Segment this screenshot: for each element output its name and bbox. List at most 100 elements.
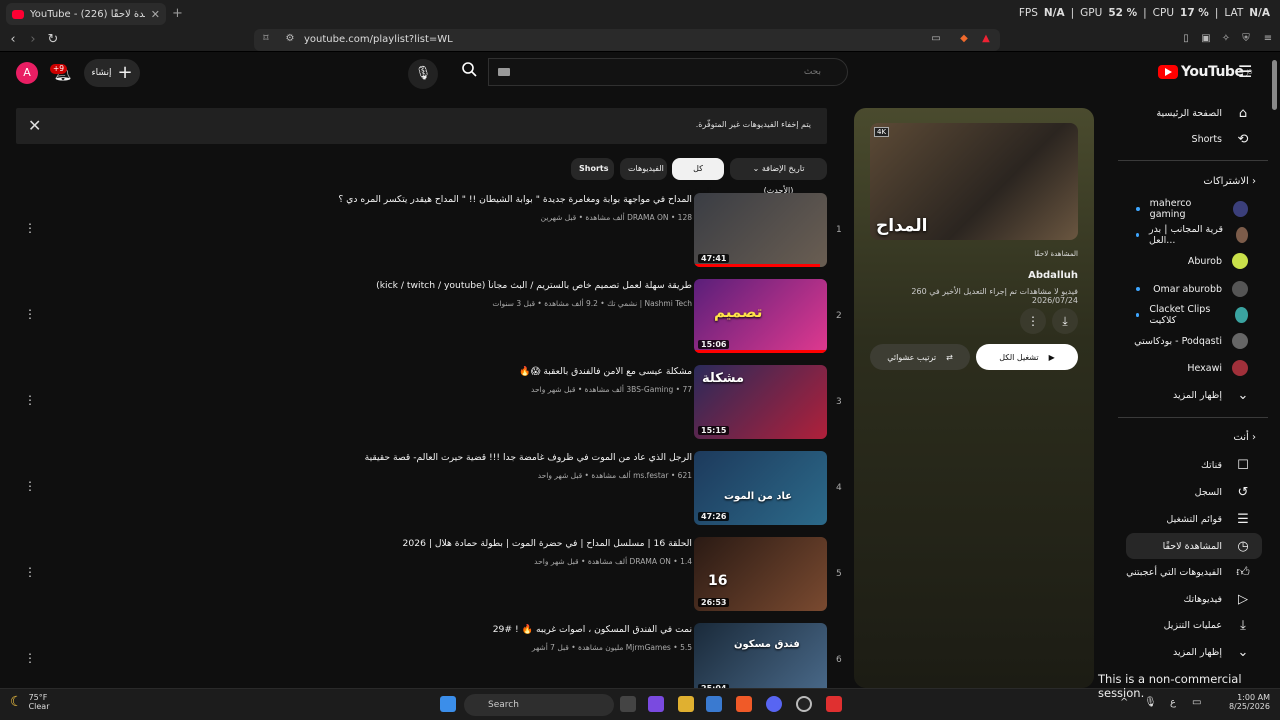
weather-widget[interactable]: ☾ 75°F Clear (10, 693, 49, 711)
close-tab-icon[interactable]: ✕ (151, 8, 160, 21)
new-tab-icon[interactable]: + (172, 6, 183, 21)
playlist-video-row[interactable]: 5 16 26:53 الحلقة 16 | مسلسل المداح | في… (16, 537, 846, 623)
sidebar-item-playlists[interactable]: قوائم التشغيل ☰ (1126, 506, 1262, 532)
subscription-item[interactable]: Aburob (1126, 248, 1262, 274)
video-title[interactable]: طريقة سهلة لعمل تصميم خاص بالستريم / الب… (92, 280, 692, 291)
more-options-icon[interactable]: ⋮ (24, 479, 36, 493)
brave-rewards-icon[interactable]: ▲ (980, 33, 992, 45)
video-thumbnail[interactable]: 47:41 (694, 193, 827, 267)
more-options-icon[interactable]: ⋮ (24, 307, 36, 321)
channel-name[interactable]: Nashmi Tech | نشمي تك (607, 299, 692, 308)
sidebar-item-your-channel[interactable]: قناتك ☐ (1126, 452, 1262, 478)
account-avatar[interactable]: A (16, 62, 38, 84)
video-title[interactable]: مشكلة عيسى مع الامن فالفندق بالعقبة 😱🔥 (92, 366, 692, 377)
subscription-item[interactable]: قرية المجانب | بدر العل... (1126, 222, 1262, 248)
subscription-item[interactable]: Hexawi (1126, 355, 1262, 381)
playlist-video-row[interactable]: 3 مشكلة 15:15 مشكلة عيسى مع الامن فالفند… (16, 365, 846, 451)
recorder-icon[interactable] (826, 696, 842, 712)
brave-browser-icon[interactable] (736, 696, 752, 712)
steam-icon[interactable] (796, 696, 812, 712)
video-thumbnail[interactable]: فندق مسكون 25:04 (694, 623, 827, 697)
subscription-item[interactable]: maherco gaming (1126, 196, 1262, 222)
video-thumbnail[interactable]: 16 26:53 (694, 537, 827, 611)
playlist-owner[interactable]: Abdalluh (870, 270, 1078, 281)
browser-tab[interactable]: YouTube - المشاهدة لاحقًا (226) ✕ (6, 3, 166, 25)
sidebar-item-history[interactable]: السجل ↺ (1126, 479, 1262, 505)
video-stats: 9.2 ألف مشاهدة • قبل 3 سنوات (492, 299, 598, 308)
chip-all[interactable]: كل المحتوى (672, 158, 724, 195)
reload-icon[interactable]: ↻ (44, 31, 62, 49)
sidebar-item-watch-later[interactable]: المشاهدة لاحقًا ◷ (1126, 533, 1262, 559)
sort-dropdown[interactable]: ⌄ تاريخ الإضافة (الأحدث) (730, 158, 827, 195)
channel-name[interactable]: DRAMA ON (630, 557, 671, 566)
video-title[interactable]: نمت في الفندق المسكون ، اصوات غريبه 🔥 ! … (92, 624, 692, 635)
leo-ai-icon[interactable]: ✧ (1220, 33, 1232, 45)
playlist-video-row[interactable]: 1 47:41 المداح في مواجهة بوابة ومغامرة ج… (16, 193, 846, 279)
menu-icon[interactable]: ≡ (1262, 33, 1274, 45)
video-thumbnail[interactable]: تصميم 15:06 (694, 279, 827, 353)
download-icon[interactable]: ⤓ (1052, 308, 1078, 334)
search-input[interactable]: بحث (488, 58, 848, 86)
sidebar-item-show-more[interactable]: إظهار المزيد ⌄ (1126, 639, 1262, 665)
subscriptions-header[interactable]: الاشتراكات › (1126, 176, 1256, 187)
subscription-item[interactable]: Clacket Clips كلاكيت (1126, 302, 1262, 328)
discord-icon[interactable] (766, 696, 782, 712)
sidebar-item-shorts[interactable]: Shorts ⟲ (1126, 126, 1262, 152)
chip-videos[interactable]: الفيديوهات (620, 158, 667, 180)
taskbar-search[interactable]: Search (464, 694, 614, 716)
close-icon[interactable]: ✕ (28, 116, 41, 135)
channel-name[interactable]: DRAMA ON (627, 213, 668, 222)
subscription-item[interactable]: بودكاستي - Podqasti (1126, 328, 1262, 354)
start-icon[interactable] (440, 696, 456, 712)
sidebar-toggle-icon[interactable]: ▯ (1180, 33, 1192, 45)
channel-name[interactable]: 3BS-Gaming (626, 385, 673, 394)
video-thumbnail[interactable]: مشكلة 15:15 (694, 365, 827, 439)
voice-search-icon[interactable]: 🎙︎ (408, 59, 438, 89)
vpn-icon[interactable]: ⛨ (1240, 33, 1252, 45)
cast-icon[interactable]: ▭ (930, 33, 942, 45)
more-options-icon[interactable]: ⋮ (24, 221, 36, 235)
forward-icon[interactable]: › (24, 31, 42, 49)
channel-name[interactable]: MjrmGames (626, 643, 671, 652)
search-button[interactable] (450, 58, 488, 86)
chip-shorts[interactable]: Shorts (571, 158, 614, 180)
back-icon[interactable]: ‹ (4, 31, 22, 49)
sidebar-item-downloads[interactable]: عمليات التنزيل ⤓ (1126, 612, 1262, 638)
guide-menu-icon[interactable]: ☰ (1238, 62, 1252, 81)
url-field[interactable]: youtube.com/playlist?list=WL (254, 29, 1000, 51)
create-button[interactable]: إنشاء + (84, 59, 140, 87)
subscriptions-show-more[interactable]: إظهار المزيد ⌄ (1126, 382, 1262, 408)
more-options-icon[interactable]: ⋮ (24, 651, 36, 665)
play-all-button[interactable]: تشغيل الكل ▶ (976, 344, 1078, 370)
video-title[interactable]: الحلقة 16 | مسلسل المداح | في حضرة الموت… (92, 538, 692, 549)
bookmark-icon[interactable]: ⌑ (260, 33, 272, 45)
sidebar-item-your-videos[interactable]: فيديوهاتك ▷ (1126, 586, 1262, 612)
store-icon[interactable] (706, 696, 722, 712)
video-title[interactable]: الرجل الذي عاد من الموت في ظروف غامضة جد… (92, 452, 692, 463)
playlist-video-row[interactable]: 4 عاد من الموت 47:26 الرجل الذي عاد من ا… (16, 451, 846, 537)
video-thumbnail[interactable]: عاد من الموت 47:26 (694, 451, 827, 525)
task-view-icon[interactable] (620, 696, 636, 712)
chevron-down-icon: ⌄ (752, 164, 762, 173)
more-actions-icon[interactable]: ⋮ (1020, 308, 1046, 334)
site-info-icon[interactable]: ⚙ (284, 33, 296, 45)
subscription-item[interactable]: Omar aburobb (1126, 276, 1262, 302)
channel-name[interactable]: ms.festar (633, 471, 668, 480)
playlist-thumbnail[interactable]: 4K المداح (870, 123, 1078, 240)
more-options-icon[interactable]: ⋮ (24, 393, 36, 407)
more-options-icon[interactable]: ⋮ (24, 565, 36, 579)
keyboard-icon[interactable] (498, 68, 510, 76)
wallet-icon[interactable]: ▣ (1200, 33, 1212, 45)
sidebar-item-home[interactable]: الصفحة الرئيسية ⌂ (1126, 100, 1262, 126)
you-header[interactable]: أنت › (1126, 432, 1256, 443)
sidebar-item-liked-videos[interactable]: الفيديوهات التي أعجبتني 👍︎ (1126, 559, 1262, 585)
playlist-video-row[interactable]: 2 تصميم 15:06 طريقة سهلة لعمل تصميم خاص … (16, 279, 846, 365)
brave-shield-icon[interactable]: ◆ (958, 33, 970, 45)
page-scrollbar[interactable] (1272, 60, 1277, 110)
history-icon: ↺ (1237, 484, 1249, 500)
copilot-icon[interactable] (648, 696, 664, 712)
shuffle-button[interactable]: ترتيب عشوائي ⇄ (870, 344, 970, 370)
video-title[interactable]: المداح في مواجهة بوابة ومغامرة جديدة " ب… (92, 194, 692, 205)
file-explorer-icon[interactable] (678, 696, 694, 712)
channel-avatar (1234, 307, 1248, 323)
